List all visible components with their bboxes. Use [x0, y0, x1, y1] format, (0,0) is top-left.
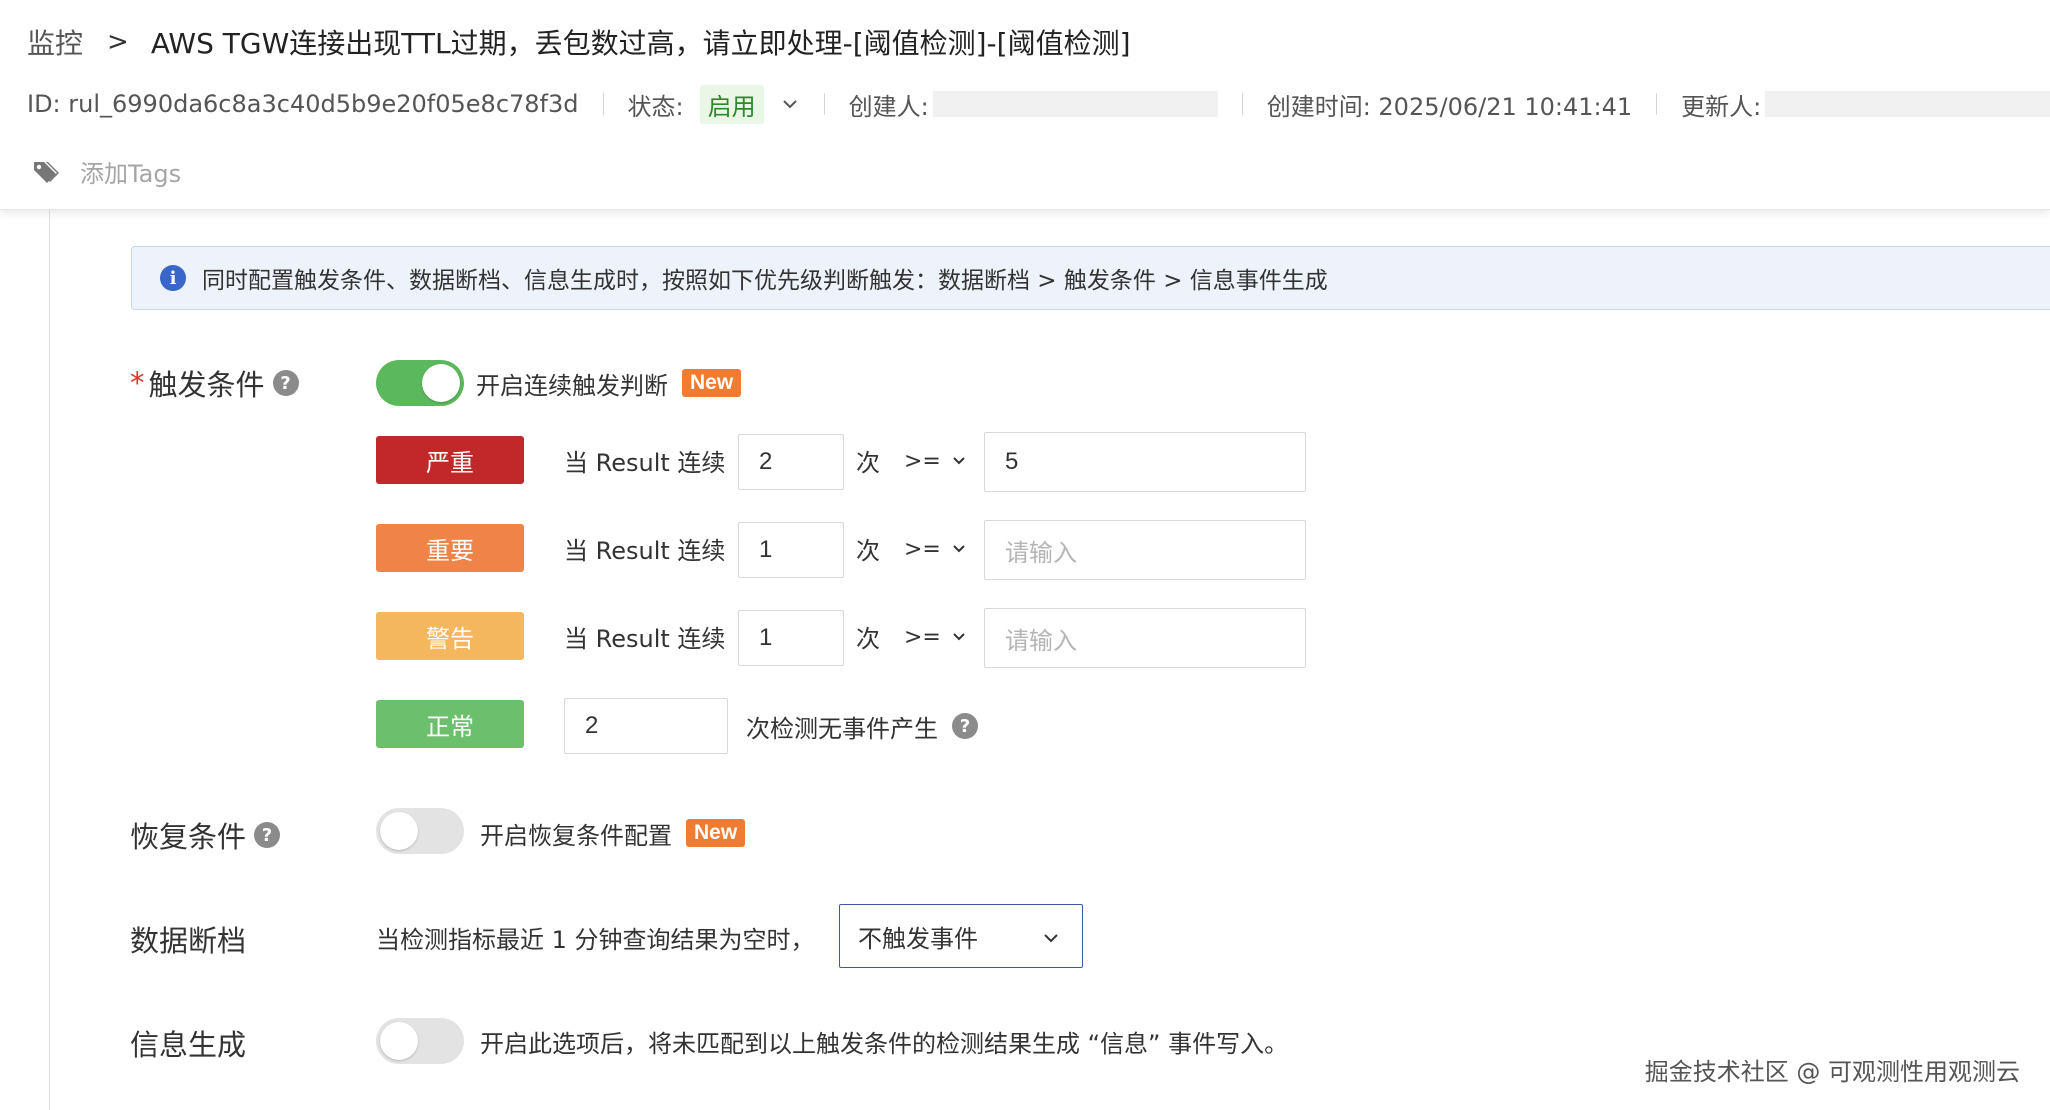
- level-critical-prefix: 当 Result 连续: [564, 448, 726, 477]
- add-tags-label: 添加Tags: [80, 160, 182, 188]
- left-rail-line: [49, 210, 50, 1110]
- level-warning-prefix: 当 Result 连续: [564, 624, 726, 653]
- breadcrumb: 监控 > AWS TGW连接出现TTL过期，丢包数过高，请立即处理-[阈值检测]…: [27, 22, 1131, 62]
- nodata-select-value: 不触发事件: [858, 924, 978, 953]
- help-icon[interactable]: ?: [272, 370, 299, 396]
- operator-value: >=: [904, 624, 941, 650]
- status-label: 状态:: [627, 92, 684, 121]
- recovery-label-text: 恢复条件: [130, 820, 247, 854]
- info-gen-toggle[interactable]: [376, 1018, 464, 1064]
- level-warning-threshold-input[interactable]: 请输入: [984, 608, 1306, 668]
- level-important-prefix: 当 Result 连续: [564, 536, 726, 565]
- level-normal-count-input[interactable]: 2: [564, 698, 728, 754]
- status-badge[interactable]: 启用: [699, 84, 764, 124]
- chevron-down-icon: [953, 633, 965, 641]
- level-warning-button[interactable]: 警告: [376, 612, 524, 660]
- level-important-unit: 次: [856, 536, 880, 565]
- level-normal-suffix-row: 次检测无事件产生 ?: [746, 710, 978, 743]
- trigger-label-text: 触发条件: [148, 368, 265, 402]
- banner-text: 同时配置触发条件、数据断档、信息生成时，按照如下优先级判断触发：数据断档 > 触…: [202, 268, 1328, 294]
- tag-icon: [34, 161, 59, 183]
- recovery-label: 恢复条件 ?: [130, 814, 281, 856]
- level-warning-operator-select[interactable]: >=: [904, 622, 967, 652]
- chevron-down-icon: [1044, 934, 1058, 943]
- new-badge: New: [686, 819, 746, 847]
- divider: [1656, 93, 1658, 115]
- operator-value: >=: [904, 448, 941, 474]
- recovery-row: 开启恢复条件配置 New: [480, 816, 746, 850]
- new-badge: New: [682, 369, 742, 397]
- recovery-toggle[interactable]: [376, 808, 464, 854]
- level-important-count-input[interactable]: 1: [738, 522, 844, 578]
- toggle-knob: [380, 1022, 418, 1060]
- add-tags-button[interactable]: 添加Tags: [32, 154, 181, 189]
- chevron-down-icon: [953, 545, 965, 553]
- meta-row: ID: rul_6990da6c8a3c40d5b9e20f05e8c78f3d…: [27, 84, 2050, 124]
- toggle-knob: [422, 364, 460, 402]
- continuous-trigger-toggle[interactable]: [376, 360, 464, 406]
- chevron-down-icon[interactable]: [780, 94, 800, 114]
- divider: [602, 93, 604, 115]
- level-critical-button[interactable]: 严重: [376, 436, 524, 484]
- toggle-knob: [380, 812, 418, 850]
- level-normal-suffix: 次检测无事件产生: [746, 714, 938, 743]
- creator-label: 创建人:: [848, 92, 929, 121]
- continuous-trigger-row: 开启连续触发判断 New: [476, 366, 742, 400]
- nodata-select[interactable]: 不触发事件: [839, 904, 1083, 968]
- divider: [823, 93, 825, 115]
- operator-value: >=: [904, 536, 941, 562]
- recovery-toggle-label: 开启恢复条件配置: [480, 821, 672, 850]
- trigger-label: * 触发条件 ?: [130, 362, 299, 404]
- watermark: 掘金技术社区 @ 可观测性用观测云: [1644, 1058, 2020, 1086]
- level-important-operator-select[interactable]: >=: [904, 534, 967, 564]
- level-critical-unit: 次: [856, 448, 880, 477]
- level-warning-unit: 次: [856, 624, 880, 653]
- created-time: 创建时间: 2025/06/21 10:41:41: [1266, 92, 1633, 121]
- nodata-text: 当检测指标最近 1 分钟查询结果为空时，: [376, 925, 815, 954]
- page-title: AWS TGW连接出现TTL过期，丢包数过高，请立即处理-[阈值检测]-[阈值检…: [150, 27, 1131, 60]
- page-header: 监控 > AWS TGW连接出现TTL过期，丢包数过高，请立即处理-[阈值检测]…: [0, 0, 2050, 210]
- level-critical-count-input[interactable]: 2: [738, 434, 844, 490]
- breadcrumb-root-link[interactable]: 监控: [27, 22, 83, 62]
- level-normal-button[interactable]: 正常: [376, 700, 524, 748]
- info-gen-text: 开启此选项后，将未匹配到以上触发条件的检测结果生成 “信息” 事件写入。: [480, 1029, 1289, 1058]
- level-important-button[interactable]: 重要: [376, 524, 524, 572]
- info-gen-label: 信息生成: [130, 1028, 247, 1062]
- updater-label: 更新人:: [1681, 92, 1762, 121]
- nodata-label: 数据断档: [130, 924, 247, 958]
- help-icon[interactable]: ?: [952, 713, 978, 739]
- level-warning-count-input[interactable]: 1: [738, 610, 844, 666]
- continuous-trigger-label: 开启连续触发判断: [476, 371, 668, 400]
- updater-masked: [1765, 91, 2050, 117]
- chevron-down-icon: [953, 457, 965, 465]
- creator-masked: [932, 91, 1218, 117]
- required-mark: *: [130, 366, 145, 400]
- info-icon: i: [160, 265, 186, 291]
- help-icon[interactable]: ?: [254, 822, 281, 848]
- info-banner: i 同时配置触发条件、数据断档、信息生成时，按照如下优先级判断触发：数据断档 >…: [131, 246, 2050, 310]
- rule-id: ID: rul_6990da6c8a3c40d5b9e20f05e8c78f3d: [27, 90, 579, 118]
- level-critical-operator-select[interactable]: >=: [904, 446, 967, 476]
- divider: [1241, 93, 1243, 115]
- breadcrumb-separator: >: [107, 27, 129, 57]
- level-important-threshold-input[interactable]: 请输入: [984, 520, 1306, 580]
- level-critical-threshold-input[interactable]: 5: [984, 432, 1306, 492]
